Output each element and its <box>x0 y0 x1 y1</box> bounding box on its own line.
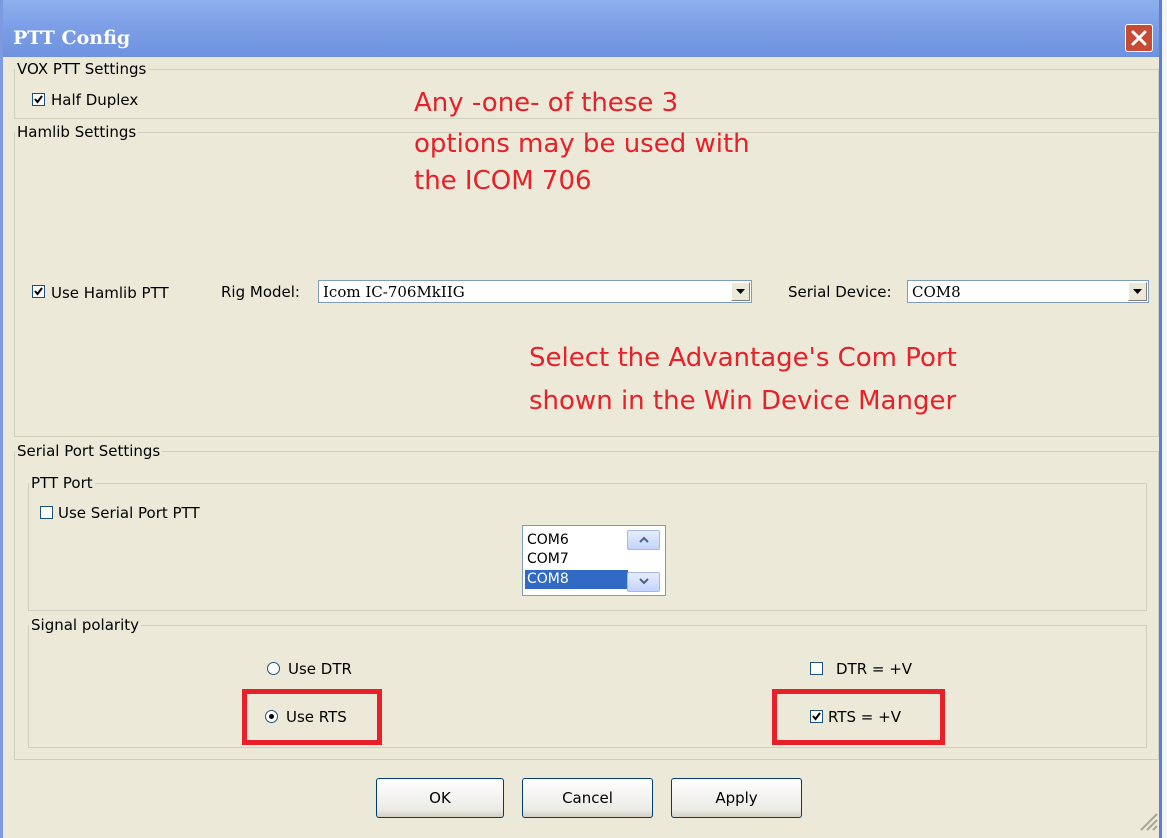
resize-grip-icon[interactable] <box>1135 808 1159 832</box>
rig-model-label: Rig Model: <box>221 283 300 301</box>
signal-polarity-legend: Signal polarity <box>31 616 139 634</box>
scroll-down-button[interactable] <box>627 572 660 592</box>
half-duplex-label[interactable]: Half Duplex <box>51 91 138 109</box>
chevron-down-icon <box>736 289 745 294</box>
serial-device-dropdown[interactable]: COM8 <box>907 280 1149 303</box>
options-annotation-line: options may be used with <box>414 129 750 159</box>
options-annotation-line: the ICOM 706 <box>414 166 592 196</box>
use-serial-port-ptt-checkbox[interactable] <box>40 506 53 519</box>
dtr-positive-label[interactable]: DTR = +V <box>836 660 912 678</box>
hamlib-settings-legend: Hamlib Settings <box>17 123 137 141</box>
checkmark-icon <box>34 95 43 104</box>
options-annotation: Any -one- of these 3 options may be used… <box>414 88 750 197</box>
list-item-selected[interactable]: COM8 <box>525 570 628 589</box>
list-item[interactable]: COM6 <box>525 531 628 550</box>
title-bar[interactable]: PTT Config <box>3 0 1159 57</box>
serial-device-value: COM8 <box>912 283 961 301</box>
use-hamlib-ptt-label[interactable]: Use Hamlib PTT <box>51 284 169 302</box>
use-hamlib-ptt-checkbox[interactable] <box>32 285 45 298</box>
chevron-down-icon <box>639 578 649 585</box>
chevron-down-icon <box>1133 289 1142 294</box>
dtr-positive-checkbox[interactable] <box>810 662 823 675</box>
cancel-button[interactable]: Cancel <box>522 778 653 818</box>
use-dtr-radio[interactable] <box>267 662 280 675</box>
signal-polarity-group: Signal polarity <box>28 617 1147 748</box>
scroll-up-button[interactable] <box>627 530 660 550</box>
use-rts-highlight-box <box>242 689 382 745</box>
serial-port-settings-legend: Serial Port Settings <box>17 442 161 460</box>
rig-model-dropdown[interactable]: Icom IC-706MkIIG <box>318 280 752 303</box>
rts-positive-highlight-box <box>772 689 945 745</box>
serial-device-dropdown-button[interactable] <box>1128 282 1147 301</box>
serial-device-label: Serial Device: <box>788 283 892 301</box>
rig-model-value: Icom IC-706MkIIG <box>323 283 465 301</box>
chevron-up-icon <box>639 536 649 543</box>
com-port-annotation-line: shown in the Win Device Manger <box>529 386 957 416</box>
use-dtr-label[interactable]: Use DTR <box>288 660 352 678</box>
options-annotation-line: Any -one- of these 3 <box>414 88 679 118</box>
close-button[interactable] <box>1125 24 1153 52</box>
ok-button[interactable]: OK <box>376 778 504 818</box>
com-port-listbox[interactable]: COM6 COM7 COM8 <box>522 525 666 596</box>
use-serial-port-ptt-label[interactable]: Use Serial Port PTT <box>58 504 200 522</box>
rig-model-dropdown-button[interactable] <box>731 282 750 301</box>
half-duplex-checkbox[interactable] <box>32 93 45 106</box>
window-title: PTT Config <box>13 27 131 49</box>
com-port-annotation: Select the Advantage's Com Port shown in… <box>529 343 957 417</box>
checkmark-icon <box>34 287 43 296</box>
list-item[interactable]: COM7 <box>525 550 628 569</box>
com-port-annotation-line: Select the Advantage's Com Port <box>529 343 957 373</box>
vox-ptt-settings-legend: VOX PTT Settings <box>17 60 147 78</box>
apply-button[interactable]: Apply <box>671 778 802 818</box>
ptt-config-dialog: PTT Config VOX PTT Settings Half Duplex … <box>0 0 1162 838</box>
ptt-port-legend: PTT Port <box>31 474 93 492</box>
